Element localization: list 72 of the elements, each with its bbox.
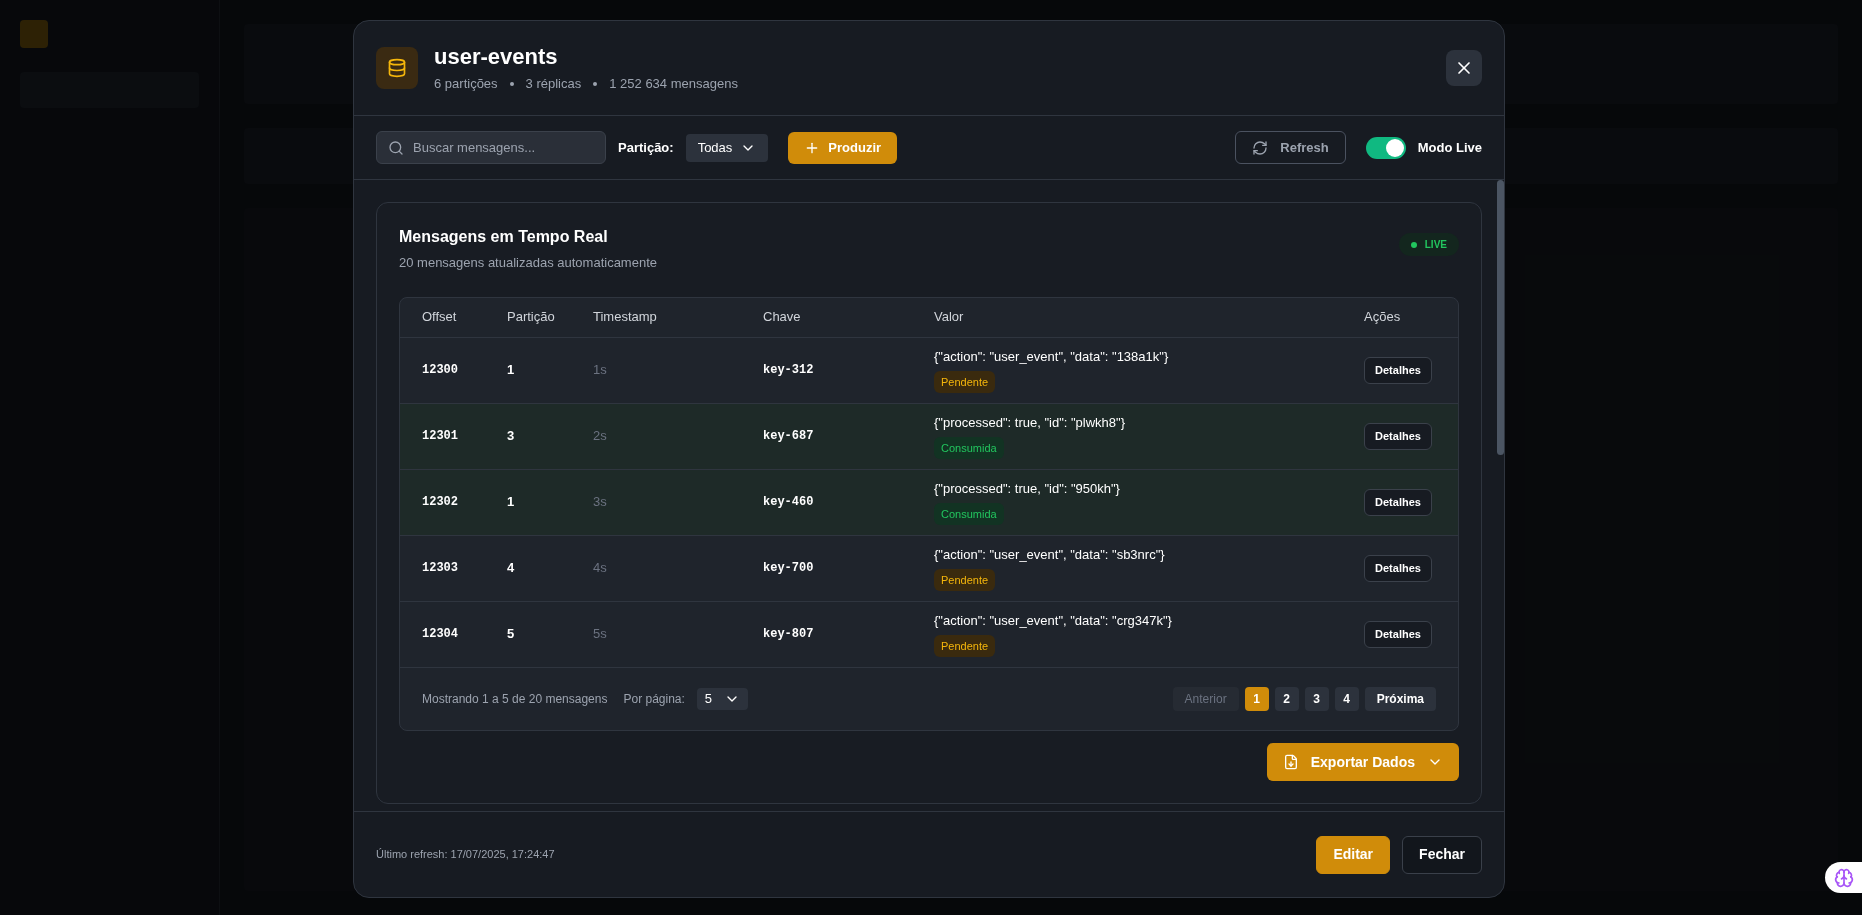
card-title: Mensagens em Tempo Real	[399, 227, 609, 247]
column-header: Timestamp	[593, 308, 658, 327]
page-button[interactable]: 2	[1274, 686, 1299, 711]
last-refresh-text: Último refresh: 17/07/2025, 17:24:47	[376, 847, 555, 863]
key-cell-text: key-807	[763, 626, 815, 643]
timestamp-cell-text: 1s	[593, 361, 608, 380]
per-page-select[interactable]: 5	[696, 687, 749, 710]
partition-select[interactable]: Todas	[685, 133, 769, 162]
topic-stat: 6 partições	[434, 75, 498, 93]
timestamp-cell-text: 2s	[593, 427, 608, 446]
brain-icon	[1833, 867, 1854, 888]
value-cell-text: {"processed": true, "id": "plwkh8"}	[934, 414, 1125, 432]
refresh-button[interactable]: Refresh	[1235, 131, 1346, 164]
offset-cell-text: 12303	[422, 560, 459, 577]
live-mode-label: Modo Live	[1417, 138, 1482, 157]
live-mode-toggle[interactable]	[1365, 136, 1406, 159]
live-badge: LIVE	[1398, 233, 1459, 256]
details-button[interactable]: Detalhes	[1364, 554, 1432, 582]
details-button[interactable]: Detalhes	[1364, 356, 1432, 384]
column-header: Chave	[763, 308, 802, 327]
partition-cell-text: 4	[507, 559, 516, 578]
per-page-label: Por página:	[623, 690, 685, 708]
status-tag: Consumida	[934, 436, 1004, 459]
offset-cell-text: 12301	[422, 428, 459, 445]
timestamp-cell-text: 5s	[593, 625, 608, 644]
dialog-title: user-events	[434, 42, 559, 70]
column-header: Offset	[422, 308, 458, 327]
next-page-button[interactable]: Próxima	[1364, 686, 1436, 711]
column-header: Valor	[934, 308, 965, 327]
offset-cell-text: 12300	[422, 362, 459, 379]
card-subtitle: 20 mensagens atualizadas automaticamente	[399, 254, 657, 272]
status-tag: Pendente	[934, 568, 996, 591]
key-cell-text: key-460	[763, 494, 815, 511]
timestamp-cell-text: 3s	[593, 493, 608, 512]
page-button[interactable]: 3	[1304, 686, 1329, 711]
status-tag: Pendente	[934, 370, 996, 393]
partition-cell-text: 1	[507, 493, 516, 512]
details-button[interactable]: Detalhes	[1364, 620, 1432, 648]
column-header: Partição	[507, 308, 556, 327]
topic-stat: 3 réplicas	[525, 75, 582, 93]
value-cell-text: {"action": "user_event", "data": "crg347k"}	[934, 612, 1172, 630]
value-cell-text: {"processed": true, "id": "950kh"}	[934, 480, 1120, 498]
column-header: Ações	[1364, 308, 1402, 327]
pagination-summary: Mostrando 1 a 5 de 20 mensagens	[422, 690, 608, 708]
value-cell-text: {"action": "user_event", "data": "sb3nrc"}	[934, 546, 1165, 564]
database-icon	[387, 58, 407, 78]
close-button[interactable]	[1446, 50, 1482, 86]
assistant-button[interactable]	[1825, 862, 1862, 893]
key-cell-text: key-687	[763, 428, 815, 445]
partition-cell-text: 5	[507, 625, 516, 644]
topic-stat: 1 252 634 mensagens	[609, 75, 738, 93]
page-button[interactable]: 4	[1334, 686, 1359, 711]
dot-separator-icon	[593, 81, 598, 86]
file-download-icon	[1282, 754, 1299, 770]
details-button[interactable]: Detalhes	[1364, 488, 1432, 516]
key-cell-text: key-700	[763, 560, 815, 577]
partition-cell-text: 1	[507, 361, 516, 380]
partition-cell-text: 3	[507, 427, 516, 446]
refresh-icon	[1252, 139, 1269, 156]
status-tag: Pendente	[934, 634, 996, 657]
status-tag: Consumida	[934, 502, 1004, 525]
timestamp-cell-text: 4s	[593, 559, 608, 578]
offset-cell-text: 12302	[422, 494, 459, 511]
search-field[interactable]: Buscar mensagens...	[376, 131, 606, 164]
partition-label: Partição:	[618, 138, 674, 157]
close-dialog-button[interactable]: Fechar	[1402, 835, 1482, 874]
dot-separator-icon	[509, 81, 514, 86]
details-button[interactable]: Detalhes	[1364, 422, 1432, 450]
offset-cell-text: 12304	[422, 626, 459, 643]
value-cell-text: {"action": "user_event", "data": "138a1k"}	[934, 348, 1169, 366]
key-cell-text: key-312	[763, 362, 815, 379]
search-icon	[388, 140, 404, 156]
